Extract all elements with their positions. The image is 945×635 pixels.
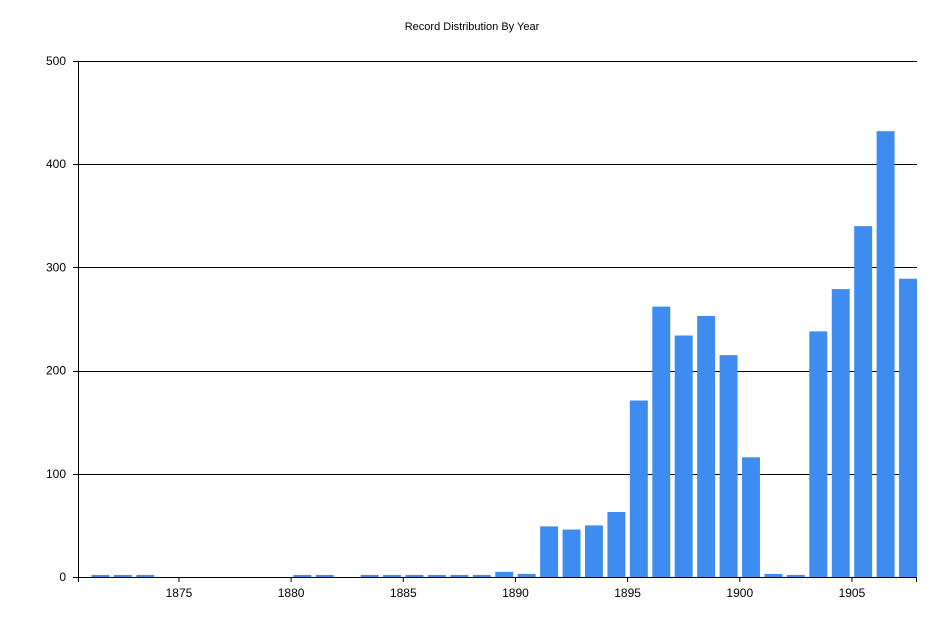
bar-1901	[742, 457, 760, 577]
x-tick-label-1875: 1875	[166, 586, 193, 600]
bar-1902	[764, 573, 783, 577]
chart-background	[0, 0, 945, 630]
bar-1908	[899, 278, 917, 577]
y-tick-label-0: 0	[59, 570, 66, 584]
bar-1904	[809, 331, 828, 577]
y-tick-label-100: 100	[46, 467, 66, 481]
x-tick-label-1885: 1885	[390, 586, 417, 600]
x-tick-label-1890: 1890	[502, 586, 529, 600]
bar-1882	[315, 574, 334, 577]
bar-1873	[113, 574, 132, 577]
bar-1894	[584, 525, 603, 577]
bar-1898	[674, 335, 693, 577]
chart-title: Record Distribution By Year	[405, 21, 540, 33]
x-tick-label-1905: 1905	[839, 586, 866, 600]
y-tick-label-500: 500	[46, 54, 66, 68]
bar-1890	[495, 571, 514, 577]
bar-1886	[405, 574, 424, 577]
y-tick-label-200: 200	[46, 364, 66, 378]
bar-1907	[876, 131, 895, 577]
bar-1906	[854, 226, 873, 577]
bar-1892	[540, 526, 559, 577]
bar-1900	[719, 355, 738, 577]
bar-1881	[293, 574, 312, 577]
y-tick-label-400: 400	[46, 157, 66, 171]
bar-1891	[517, 573, 536, 577]
bar-1889	[472, 574, 491, 577]
chart-container: Record Distribution By Year 0 100 200 300 40…	[0, 0, 945, 630]
bar-1895	[607, 511, 626, 577]
bar-1887	[427, 574, 446, 577]
x-tick-label-1900: 1900	[726, 586, 753, 600]
bar-1905	[831, 289, 850, 577]
bar-1888	[450, 574, 469, 577]
x-tick-label-1895: 1895	[614, 586, 641, 600]
bar-1896	[629, 400, 648, 577]
bar-chart: Record Distribution By Year 0 100 200 300 40…	[0, 0, 945, 630]
bar-1899	[697, 315, 716, 577]
bar-1903	[786, 574, 805, 577]
y-tick-label-300: 300	[46, 260, 66, 274]
bar-1874	[136, 574, 155, 577]
x-tick-label-1880: 1880	[278, 586, 305, 600]
bar-1872	[91, 574, 110, 577]
bar-1893	[562, 529, 581, 577]
bar-1884	[360, 574, 379, 577]
bar-1897	[652, 306, 671, 577]
bar-1885	[383, 574, 402, 577]
